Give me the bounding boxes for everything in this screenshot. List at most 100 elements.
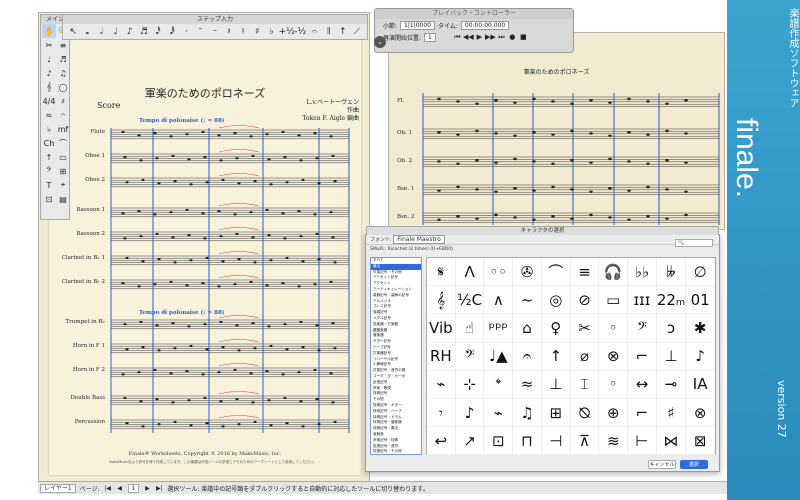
note-head[interactable]: [137, 285, 141, 288]
note-head[interactable]: [608, 101, 612, 104]
glyph-cell[interactable]: ⊗: [599, 342, 629, 371]
note-head[interactable]: [173, 180, 177, 183]
note-head[interactable]: [315, 157, 319, 160]
note-head[interactable]: [570, 217, 574, 220]
glyph-cell[interactable]: ◦: [599, 370, 629, 399]
note-head[interactable]: [513, 101, 517, 104]
note-head[interactable]: [532, 160, 536, 163]
note-head[interactable]: [684, 99, 688, 102]
note-head[interactable]: [123, 396, 127, 400]
note-head[interactable]: [627, 218, 631, 221]
glyph-cell[interactable]: ⊼: [570, 427, 600, 456]
glyph-cell[interactable]: ♪: [455, 398, 485, 428]
note-head[interactable]: [299, 400, 303, 403]
glyph-cell[interactable]: ⊥: [656, 342, 687, 371]
slur[interactable]: [218, 415, 260, 419]
transport-button-5[interactable]: ●: [507, 33, 518, 42]
first-page-button[interactable]: |◀: [104, 485, 112, 492]
glyph-cell[interactable]: ↔: [628, 370, 657, 399]
note-head[interactable]: [475, 159, 479, 162]
palette-tool-5[interactable]: ♬: [56, 52, 70, 66]
note-head[interactable]: [494, 190, 498, 193]
note-head[interactable]: [665, 188, 669, 191]
step-entry-tool-14[interactable]: ♭: [264, 24, 278, 40]
glyph-cell[interactable]: 01: [686, 286, 715, 315]
palette-tool-19[interactable]: ▭: [56, 150, 70, 164]
glyph-cell[interactable]: ⊕: [599, 398, 629, 428]
note-head[interactable]: [185, 370, 189, 373]
note-head[interactable]: [313, 132, 317, 135]
note-head[interactable]: [171, 322, 175, 325]
note-head[interactable]: [437, 97, 441, 101]
note-head[interactable]: [297, 371, 301, 374]
glyph-cell[interactable]: ≋: [599, 427, 629, 456]
note-head[interactable]: [267, 325, 271, 328]
note-head[interactable]: [589, 132, 593, 135]
note-head[interactable]: [137, 134, 141, 137]
note-head[interactable]: [253, 261, 257, 264]
slur[interactable]: [218, 251, 260, 255]
glyph-cell[interactable]: 𝄞: [427, 286, 456, 315]
palette-tool-3[interactable]: ≡: [56, 38, 70, 52]
note-head[interactable]: [456, 133, 460, 136]
note-head[interactable]: [141, 346, 145, 349]
note-head[interactable]: [235, 398, 239, 401]
note-head[interactable]: [297, 134, 301, 137]
glyph-cell[interactable]: ½C: [455, 286, 485, 315]
slur[interactable]: [218, 173, 260, 177]
glyph-cell[interactable]: 🎧: [599, 258, 629, 287]
note-head[interactable]: [141, 425, 145, 428]
glyph-cell[interactable]: ✇: [513, 258, 542, 287]
collapse-icon[interactable]: ⌄: [374, 36, 386, 48]
note-head[interactable]: [281, 130, 285, 134]
glyph-cell[interactable]: ⊥: [541, 370, 571, 399]
note-head[interactable]: [665, 102, 669, 106]
palette-tool-0[interactable]: ✋: [42, 24, 56, 38]
note-head[interactable]: [317, 258, 321, 261]
glyph-cell[interactable]: ɪɪɪ: [628, 286, 657, 315]
note-head[interactable]: [646, 133, 650, 136]
glyph-cell[interactable]: ⦰: [570, 398, 600, 428]
glyph-cell[interactable]: ⊹: [455, 370, 485, 399]
note-head[interactable]: [283, 237, 287, 240]
note-head[interactable]: [217, 371, 221, 374]
glyph-cell[interactable]: ▭: [599, 286, 629, 315]
slur[interactable]: [218, 227, 260, 231]
note-head[interactable]: [684, 190, 688, 193]
step-entry-tool-12[interactable]: ♮: [236, 24, 250, 40]
step-entry-tool-9[interactable]: 𝄻: [194, 24, 208, 40]
glyph-cell[interactable]: ∧: [484, 286, 514, 315]
note-head[interactable]: [267, 234, 271, 237]
note-head[interactable]: [329, 135, 333, 138]
glyph-cell[interactable]: ⊗: [686, 398, 715, 428]
score-window[interactable]: 軍楽のためのポロネーズ Score L.v.ベートーヴェン 作曲 Token F…: [38, 12, 370, 482]
note-head[interactable]: [171, 401, 175, 404]
note-head[interactable]: [456, 185, 460, 189]
step-entry-tool-3[interactable]: ♩: [109, 24, 123, 40]
glyph-cell[interactable]: ⌒: [541, 258, 571, 287]
note-head[interactable]: [665, 129, 669, 133]
note-head[interactable]: [121, 282, 125, 285]
note-head[interactable]: [139, 159, 143, 162]
note-head[interactable]: [139, 235, 143, 238]
note-head[interactable]: [269, 424, 273, 427]
note-head[interactable]: [301, 260, 305, 263]
palette-tool-11[interactable]: ♯: [56, 94, 70, 108]
note-head[interactable]: [301, 346, 305, 349]
step-entry-palette[interactable]: ステップ入力 ↖ 𝅝 𝅗𝅥 ♩ ♪ ♬ 𝅘𝅥𝅰 𝅘𝅥𝅱 · 𝄻 𝄼 𝄽 ♮ ♯ ♭ +½ -½ 𝄐 𝄂 ↑ ⟋: [62, 14, 368, 40]
note-head[interactable]: [331, 401, 335, 404]
glyph-cell[interactable]: 𝄋: [427, 258, 456, 287]
select-button[interactable]: 選択: [680, 460, 708, 469]
glyph-cell[interactable]: ♩▲: [484, 342, 514, 371]
note-head[interactable]: [475, 102, 479, 106]
glyph-cell[interactable]: ✱: [686, 314, 715, 343]
note-head[interactable]: [283, 156, 287, 159]
glyph-cell[interactable]: 𝄢: [455, 342, 485, 371]
note-head[interactable]: [646, 100, 650, 103]
note-head[interactable]: [331, 322, 335, 325]
palette-tool-9[interactable]: ◯: [56, 80, 70, 94]
start-field[interactable]: 1: [424, 32, 436, 42]
note-head[interactable]: [233, 283, 237, 286]
note-head[interactable]: [157, 423, 161, 426]
note-head[interactable]: [315, 398, 319, 401]
